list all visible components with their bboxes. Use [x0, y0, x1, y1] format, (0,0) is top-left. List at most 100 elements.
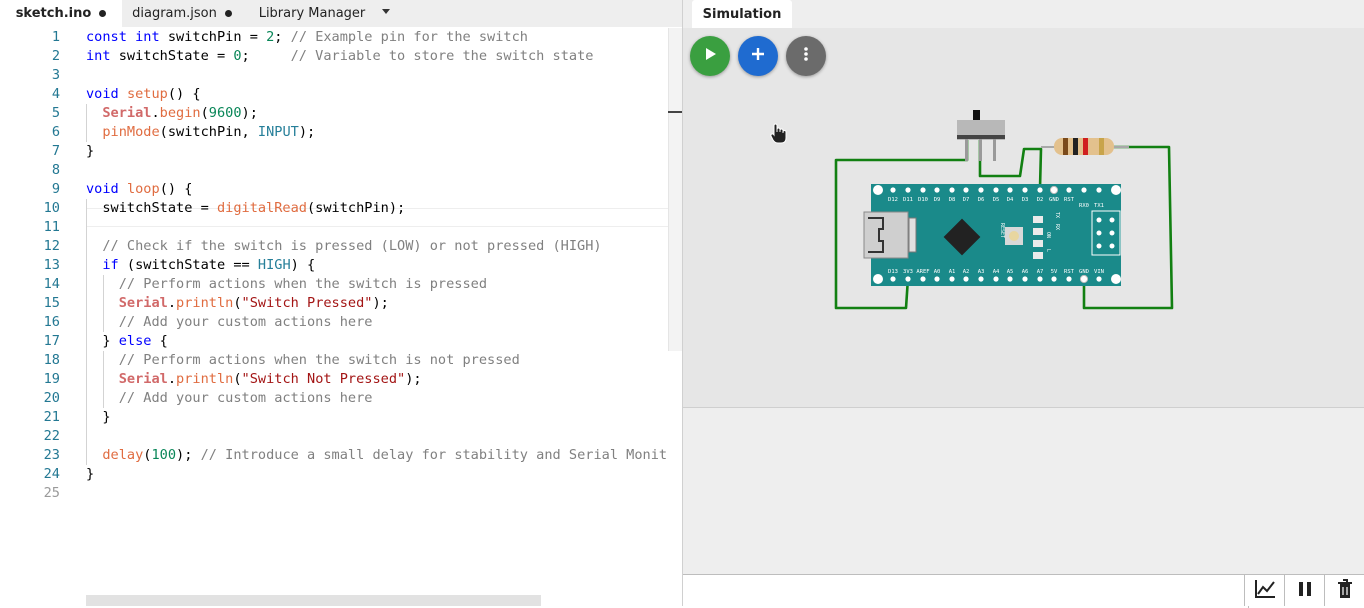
- simulation-canvas[interactable]: D12 D11 D10 D9 D8 D7 D6 D5 D4 D3 D2 GND …: [683, 28, 1364, 408]
- pin-label: RX0: [1079, 203, 1089, 209]
- simulation-pane: Simulation D12 D11 D10 D9 D8 D7 D6 D5 D4…: [683, 0, 1364, 608]
- pin-label: RST: [1064, 197, 1075, 203]
- pin-label: D2: [1037, 197, 1044, 203]
- modified-dot-icon: [99, 10, 107, 17]
- line-number: 6: [51, 124, 60, 140]
- resistor[interactable]: [1041, 138, 1129, 155]
- line-number: 1: [51, 29, 60, 45]
- pin-label: A4: [993, 269, 1000, 275]
- pin-label: A3: [978, 269, 985, 275]
- tab-label: diagram.json: [132, 6, 217, 21]
- pin-label: GND: [1049, 197, 1059, 203]
- serial-monitor-output: [683, 408, 1364, 574]
- line-number: 24: [43, 466, 60, 482]
- code-line: pinMode(switchPin, INPUT);: [102, 124, 316, 140]
- code-line: }: [86, 466, 95, 482]
- pin-label: A1: [949, 269, 956, 275]
- code-line: int switchState = 0; // Variable to stor…: [86, 48, 594, 64]
- pin-label: GND: [1079, 269, 1089, 275]
- code-line: // Perform actions when the switch is no…: [118, 352, 520, 368]
- pin-label: D6: [978, 197, 985, 203]
- tab-library-manager[interactable]: Library Manager: [242, 0, 382, 27]
- pin-label: AREF: [916, 269, 929, 275]
- pin-label: 5V: [1051, 269, 1058, 275]
- pin-label: A5: [1007, 269, 1014, 275]
- code-line: switchState = digitalRead(switchPin);: [86, 200, 406, 216]
- pin-label: D12: [888, 197, 898, 203]
- reset-label: RESET: [999, 223, 1005, 238]
- tab-sketch-ino[interactable]: sketch.ino: [0, 0, 122, 27]
- pin-label: 3V3: [903, 269, 913, 275]
- line-number: 17: [43, 333, 60, 349]
- line-number: 21: [43, 409, 60, 425]
- pin-label: VIN: [1094, 269, 1104, 275]
- code-line: void loop() {: [86, 181, 193, 197]
- line-number: 7: [51, 143, 60, 159]
- mouse-cursor-icon: [770, 123, 787, 144]
- pin-label: D13: [888, 269, 898, 275]
- code-line: }: [86, 143, 95, 159]
- slide-switch[interactable]: [957, 110, 1005, 161]
- line-number: 25: [43, 485, 60, 501]
- tab-diagram-json[interactable]: diagram.json: [122, 0, 242, 27]
- code-line: if (switchState == HIGH) {: [102, 257, 316, 273]
- line-number: 15: [43, 295, 60, 311]
- line-number: 8: [51, 162, 60, 178]
- tab-label: Simulation: [702, 6, 782, 22]
- pause-icon: [1298, 581, 1312, 601]
- line-number: 4: [51, 86, 60, 102]
- line-number: 9: [51, 181, 60, 197]
- code-area[interactable]: 1 const int switchPin = 2; // Example pin…: [0, 28, 682, 508]
- pin-label: A0: [934, 269, 941, 275]
- pin-label: TX1: [1094, 203, 1104, 209]
- pause-button[interactable]: [1284, 575, 1324, 606]
- pin-label: D4: [1007, 197, 1014, 203]
- caret-down-icon: [382, 9, 390, 14]
- line-number: 3: [51, 67, 60, 83]
- clear-button[interactable]: [1324, 575, 1364, 606]
- led-label: L: [1045, 249, 1051, 252]
- code-line: // Perform actions when the switch is pr…: [118, 276, 488, 292]
- code-line: void setup() {: [86, 86, 201, 102]
- pin-label: D8: [949, 197, 956, 203]
- line-number: 23: [43, 447, 60, 463]
- plotter-button[interactable]: [1244, 575, 1284, 606]
- pin-label: D9: [934, 197, 941, 203]
- editor-vertical-scrollbar[interactable]: [668, 28, 682, 351]
- tab-label: Library Manager: [258, 6, 366, 21]
- tab-simulation[interactable]: Simulation: [692, 0, 792, 28]
- editor-tab-bar: sketch.ino diagram.json Library Manager: [0, 0, 682, 27]
- pin-label: D7: [963, 197, 970, 203]
- line-number: 12: [43, 238, 60, 254]
- line-number: 20: [43, 390, 60, 406]
- arduino-nano-board[interactable]: D12 D11 D10 D9 D8 D7 D6 D5 D4 D3 D2 GND …: [863, 184, 1121, 286]
- line-number: 18: [43, 352, 60, 368]
- code-line: // Add your custom actions here: [118, 314, 373, 330]
- pin-label: D3: [1022, 197, 1029, 203]
- code-line: Serial.println("Switch Pressed");: [118, 295, 389, 311]
- line-number: 22: [43, 428, 60, 444]
- pin-label: D11: [903, 197, 913, 203]
- tabs-dropdown-button[interactable]: [376, 0, 396, 27]
- led-label: ON: [1045, 232, 1051, 238]
- code-line: // Add your custom actions here: [118, 390, 373, 406]
- line-number: 14: [43, 276, 60, 292]
- line-number: 13: [43, 257, 60, 273]
- code-line: Serial.println("Switch Not Pressed");: [118, 371, 422, 387]
- line-number: 2: [51, 48, 60, 64]
- line-number: 16: [43, 314, 60, 330]
- pin-label: A7: [1037, 269, 1044, 275]
- code-editor-pane: sketch.ino diagram.json Library Manager …: [0, 0, 682, 606]
- trash-icon: [1337, 578, 1353, 603]
- serial-input-field[interactable]: [683, 575, 1249, 608]
- pin-label: A2: [963, 269, 970, 275]
- modified-dot-icon: [224, 10, 232, 17]
- simulation-tab-bar: Simulation: [683, 0, 1364, 28]
- line-number: 19: [43, 371, 60, 387]
- chart-icon: [1254, 579, 1276, 603]
- code-line: delay(100); // Introduce a small delay f…: [102, 447, 668, 463]
- pin-label: A6: [1022, 269, 1029, 275]
- serial-monitor-toolbar: [683, 574, 1364, 608]
- editor-horizontal-scrollbar[interactable]: [86, 595, 541, 606]
- tab-label: sketch.ino: [15, 6, 92, 21]
